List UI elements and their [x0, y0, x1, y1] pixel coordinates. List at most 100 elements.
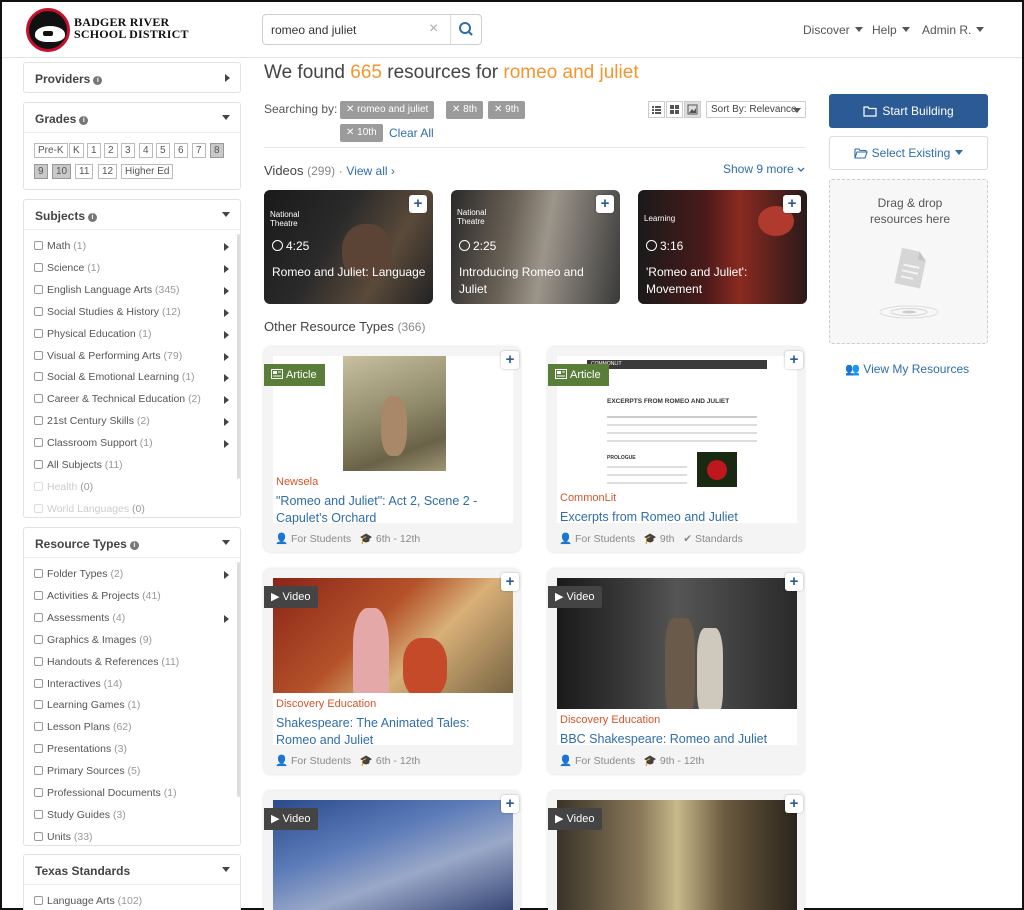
providers-header[interactable]: Providers i: [24, 63, 240, 92]
resource-types-filter-item[interactable]: Assessments (4): [34, 612, 229, 626]
subjects-filter-item[interactable]: Math (1): [34, 240, 229, 254]
subjects-filter-item[interactable]: Social & Emotional Learning (1): [34, 371, 229, 385]
checkbox[interactable]: [34, 416, 43, 426]
subjects-filter-item[interactable]: Science (1): [34, 262, 229, 276]
resource-types-header[interactable]: Resource Types i: [24, 528, 240, 558]
checkbox[interactable]: [34, 722, 43, 732]
chevron-right-icon[interactable]: [224, 396, 229, 405]
grade-filter-3[interactable]: 3: [121, 143, 135, 158]
filter-chip[interactable]: ✕ 9th: [488, 101, 526, 119]
subjects-filter-item[interactable]: Physical Education (1): [34, 328, 229, 342]
grade-filter-1[interactable]: 1: [87, 143, 101, 158]
subjects-filter-item[interactable]: 21st Century Skills (2): [34, 415, 229, 429]
resource-card[interactable]: COMMONLIT EXCERPTS FROM ROMEO AND JULIET…: [548, 347, 804, 552]
resource-card[interactable]: ▶ Video + Discovery Education Shakespear…: [264, 569, 520, 774]
drop-zone[interactable]: Drag & drop resources here: [829, 179, 988, 344]
grade-filter-6[interactable]: 6: [174, 143, 188, 158]
subjects-filter-item[interactable]: Social Studies & History (12): [34, 306, 229, 320]
grade-filter-9[interactable]: 9: [34, 164, 48, 179]
checkbox[interactable]: [34, 744, 43, 754]
subjects-filter-item[interactable]: English Language Arts (345): [34, 284, 229, 298]
chevron-right-icon[interactable]: [224, 418, 229, 427]
subjects-filter-item[interactable]: Health (0): [34, 481, 93, 495]
resource-types-filter-item[interactable]: Learning Games (1): [34, 699, 140, 713]
subjects-header[interactable]: Subjects i: [24, 200, 240, 230]
chevron-right-icon[interactable]: [224, 614, 229, 623]
resource-types-filter-item[interactable]: Graphics & Images (9): [34, 634, 152, 648]
list-view-button[interactable]: [648, 101, 665, 118]
nav-discover[interactable]: Discover: [803, 23, 863, 37]
grade-filter-4[interactable]: 4: [139, 143, 153, 158]
chevron-right-icon[interactable]: [224, 352, 229, 361]
subjects-scrollbar[interactable]: [237, 234, 240, 479]
info-icon[interactable]: i: [88, 213, 98, 222]
checkbox[interactable]: [34, 809, 43, 819]
grade-filter-7[interactable]: 7: [192, 143, 206, 158]
checkbox[interactable]: [34, 394, 43, 404]
grade-filter-11[interactable]: 11: [75, 164, 94, 179]
grade-filter-10[interactable]: 10: [52, 164, 72, 179]
checkbox[interactable]: [34, 460, 43, 469]
chevron-right-icon[interactable]: [224, 308, 229, 317]
info-icon[interactable]: i: [129, 541, 139, 550]
start-building-button[interactable]: Start Building: [829, 94, 988, 128]
grid-view-button[interactable]: [666, 101, 683, 118]
search-button[interactable]: [450, 15, 481, 44]
search-input[interactable]: [271, 21, 431, 39]
resource-card[interactable]: ▶ Video +: [264, 791, 520, 910]
resource-card[interactable]: ▶ Video + Discovery Education BBC Shakes…: [548, 569, 804, 774]
add-to-collection-button[interactable]: +: [596, 195, 614, 213]
grades-header[interactable]: Grades i: [24, 103, 240, 133]
resource-title[interactable]: Excerpts from Romeo and Juliet: [560, 509, 796, 526]
checkbox[interactable]: [34, 612, 43, 622]
checkbox[interactable]: [34, 634, 43, 644]
grade-filter-pre-k[interactable]: Pre-K: [34, 143, 68, 158]
grade-filter-2[interactable]: 2: [104, 143, 118, 158]
resource-types-filter-item[interactable]: Folder Types (2): [34, 568, 229, 582]
add-to-collection-button[interactable]: +: [785, 795, 803, 813]
resource-types-filter-item[interactable]: Study Guides (3): [34, 809, 126, 823]
select-existing-button[interactable]: Select Existing: [829, 136, 988, 170]
district-name[interactable]: BADGER RIVER SCHOOL DISTRICT: [74, 16, 189, 40]
nav-help[interactable]: Help: [872, 23, 910, 37]
add-to-collection-button[interactable]: +: [783, 195, 801, 213]
standard-filter-item[interactable]: Language Arts (102): [34, 895, 142, 909]
grade-filter-8[interactable]: 8: [210, 143, 224, 158]
checkbox[interactable]: [34, 328, 43, 338]
resource-title[interactable]: Shakespeare: The Animated Tales: Romeo a…: [276, 715, 512, 749]
resource-card[interactable]: ▶ Video +: [548, 791, 804, 910]
chevron-right-icon[interactable]: [224, 286, 229, 295]
nav-user-menu[interactable]: Admin R.: [922, 23, 985, 37]
chevron-right-icon[interactable]: [224, 330, 229, 339]
resource-types-scrollbar[interactable]: [237, 562, 240, 797]
checkbox[interactable]: [34, 678, 43, 688]
resource-card[interactable]: Article + Newsela "Romeo and Juliet": Ac…: [264, 347, 520, 552]
resource-types-filter-item[interactable]: Handouts & References (11): [34, 656, 179, 670]
grade-filter-12[interactable]: 12: [98, 164, 118, 179]
checkbox[interactable]: [34, 284, 43, 294]
checkbox[interactable]: [34, 503, 43, 513]
checkbox[interactable]: [34, 569, 43, 578]
checkbox[interactable]: [34, 241, 43, 250]
subjects-filter-item[interactable]: All Subjects (11): [34, 459, 123, 473]
chevron-right-icon[interactable]: [224, 264, 229, 273]
info-icon[interactable]: i: [93, 76, 103, 85]
grade-filter-k[interactable]: K: [69, 143, 84, 158]
resource-types-filter-item[interactable]: Lesson Plans (62): [34, 721, 132, 735]
checkbox[interactable]: [34, 766, 43, 776]
checkbox[interactable]: [34, 306, 43, 316]
add-to-collection-button[interactable]: +: [785, 351, 803, 369]
resource-types-filter-item[interactable]: Interactives (14): [34, 678, 122, 692]
resource-types-filter-item[interactable]: Presentations (3): [34, 743, 127, 757]
filter-chip[interactable]: ✕ romeo and juliet: [340, 101, 435, 119]
grade-filter-5[interactable]: 5: [156, 143, 170, 158]
resource-types-filter-item[interactable]: Professional Documents (1): [34, 787, 177, 801]
chevron-right-icon[interactable]: [224, 374, 229, 383]
standards-header[interactable]: Texas Standards: [24, 855, 240, 885]
subjects-filter-item[interactable]: Career & Technical Education (2): [34, 393, 229, 407]
add-to-collection-button[interactable]: +: [501, 795, 519, 813]
resource-types-filter-item[interactable]: Units (33): [34, 831, 93, 845]
filter-chip[interactable]: ✕ 8th: [446, 101, 484, 119]
sort-select[interactable]: Sort By: Relevance: [706, 101, 806, 118]
subjects-filter-item[interactable]: Classroom Support (1): [34, 437, 229, 451]
